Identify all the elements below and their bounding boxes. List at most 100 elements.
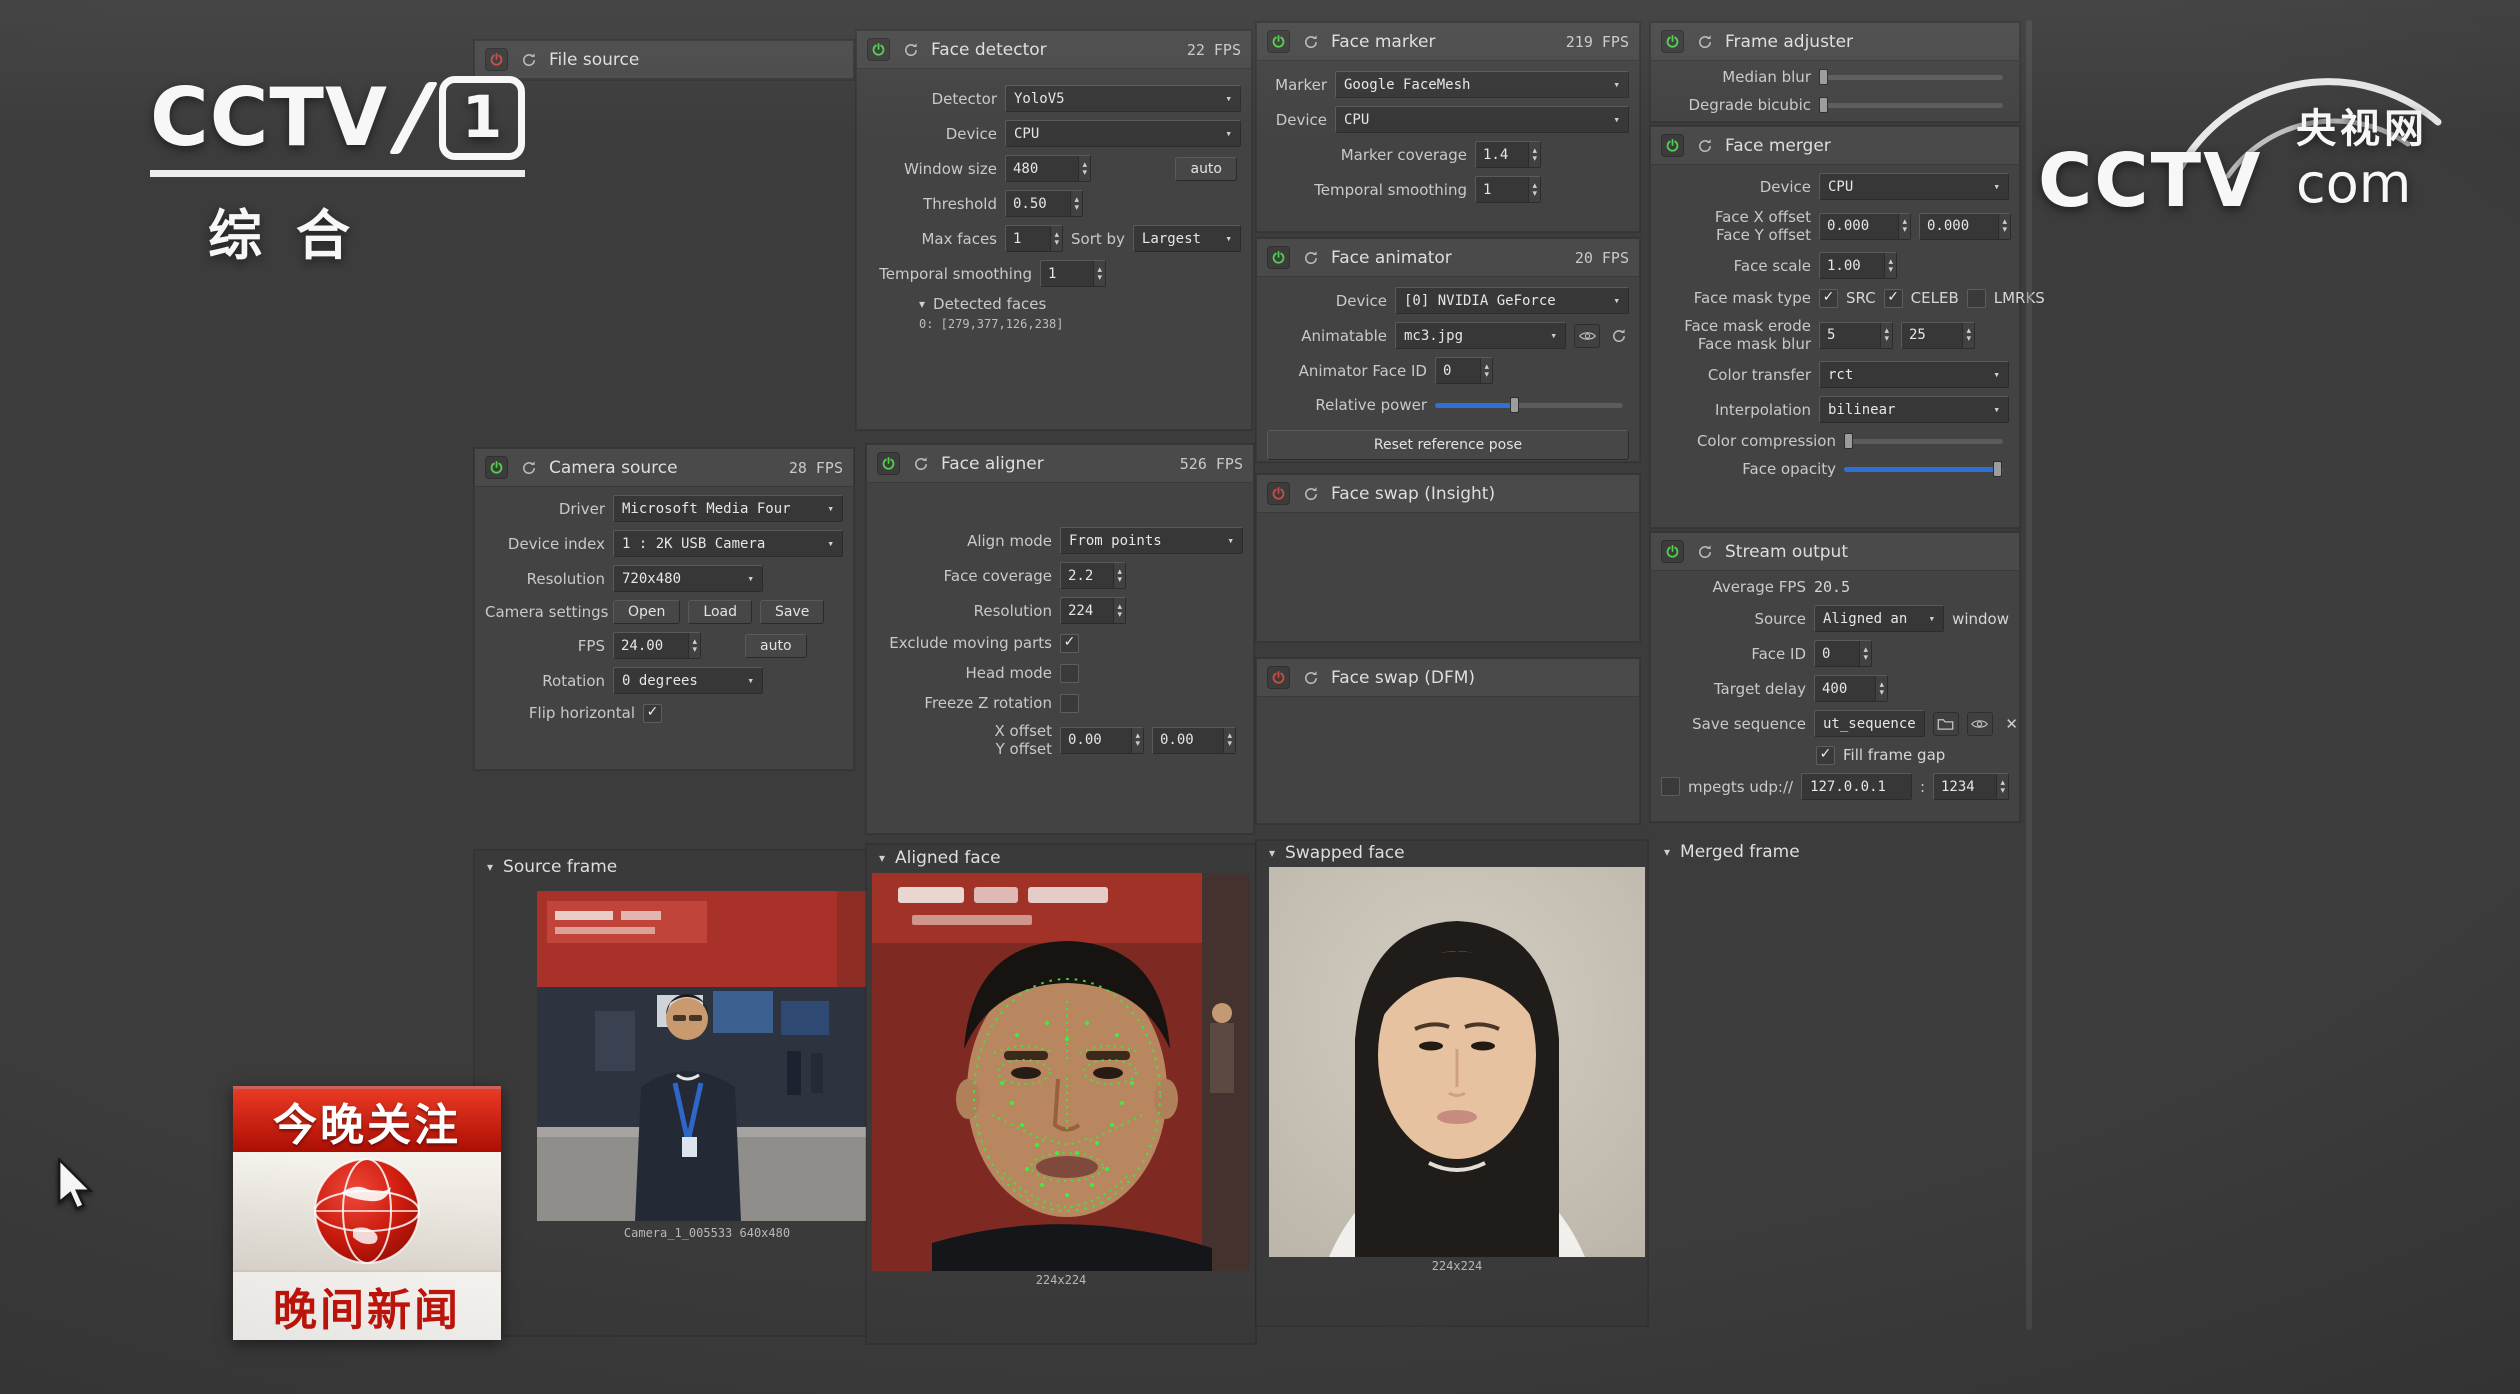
head-mode-checkbox[interactable]: ✓ (1060, 664, 1079, 683)
target-delay-stepper[interactable]: 400▴▾ (1814, 675, 1888, 702)
temporal-smoothing-stepper[interactable]: 1▴▾ (1475, 176, 1541, 203)
freeze-z-rotation-checkbox[interactable]: ✓ (1060, 694, 1079, 713)
face-y-offset-stepper[interactable]: 0.000▴▾ (1919, 213, 2011, 240)
resolution-dropdown[interactable]: 720x480▾ (613, 565, 763, 592)
close-icon[interactable]: ✕ (2001, 715, 2023, 733)
driver-dropdown[interactable]: Microsoft Media Four▾ (613, 495, 843, 522)
face-opacity-slider[interactable] (1844, 467, 2003, 472)
animatable-dropdown[interactable]: mc3.jpg▾ (1395, 322, 1566, 349)
stepper-arrows-icon[interactable]: ▴▾ (1050, 226, 1062, 251)
detector-dropdown[interactable]: YoloV5▾ (1005, 85, 1241, 112)
temporal-smoothing-stepper[interactable]: 1▴▾ (1040, 260, 1106, 287)
exclude-moving-parts-checkbox[interactable]: ✓ (1060, 634, 1079, 653)
power-icon[interactable] (1267, 30, 1290, 53)
fps-stepper[interactable]: 24.00▴▾ (613, 632, 701, 659)
y-offset-stepper[interactable]: 0.00▴▾ (1152, 727, 1236, 754)
mpegts-port-stepper[interactable]: 1234▴▾ (1933, 773, 2009, 800)
stepper-arrows-icon[interactable]: ▴▾ (1528, 177, 1540, 202)
marker-dropdown[interactable]: Google FaceMesh▾ (1335, 71, 1629, 98)
open-button[interactable]: Open (613, 600, 680, 624)
max-faces-stepper[interactable]: 1▴▾ (1005, 225, 1063, 252)
refresh-icon[interactable] (910, 453, 931, 474)
interpolation-dropdown[interactable]: bilinear▾ (1819, 396, 2009, 423)
power-icon[interactable] (1267, 666, 1290, 689)
color-compression-slider[interactable] (1844, 439, 2003, 444)
stepper-arrows-icon[interactable]: ▴▾ (1998, 214, 2010, 239)
stepper-arrows-icon[interactable]: ▴▾ (1528, 142, 1540, 167)
refresh-icon[interactable] (1694, 31, 1715, 52)
sort-by-dropdown[interactable]: Largest▾ (1133, 225, 1241, 252)
threshold-stepper[interactable]: 0.50▴▾ (1005, 190, 1083, 217)
refresh-icon[interactable] (1300, 483, 1321, 504)
mask-src-checkbox[interactable]: ✓ (1819, 289, 1838, 308)
aligned-face-header[interactable]: ▾ Aligned face (867, 845, 1255, 871)
x-offset-stepper[interactable]: 0.00▴▾ (1060, 727, 1144, 754)
stepper-arrows-icon[interactable]: ▴▾ (1113, 563, 1125, 588)
stepper-arrows-icon[interactable]: ▴▾ (1093, 261, 1105, 286)
refresh-icon[interactable] (518, 457, 539, 478)
power-icon[interactable] (485, 456, 508, 479)
merged-frame-header[interactable]: ▾ Merged frame (1652, 836, 2020, 868)
power-icon[interactable] (485, 48, 508, 71)
eye-icon[interactable] (1574, 324, 1600, 348)
reset-reference-pose-button[interactable]: Reset reference pose (1267, 430, 1629, 460)
save-sequence-input[interactable]: ut_sequence (1814, 710, 1925, 737)
window-option[interactable]: window (1952, 610, 2009, 628)
auto-button[interactable]: auto (745, 634, 807, 658)
face-x-offset-stepper[interactable]: 0.000▴▾ (1819, 213, 1911, 240)
face-scale-stepper[interactable]: 1.00▴▾ (1819, 252, 1897, 279)
rotation-dropdown[interactable]: 0 degrees▾ (613, 667, 763, 694)
source-frame-header[interactable]: ▾ Source frame (475, 851, 877, 883)
source-dropdown[interactable]: Aligned an▾ (1814, 605, 1944, 632)
collapse-arrow-icon[interactable]: ▾ (919, 297, 925, 311)
relative-power-slider[interactable] (1435, 403, 1623, 408)
stepper-arrows-icon[interactable]: ▴▾ (1113, 598, 1125, 623)
power-icon[interactable] (1661, 540, 1684, 563)
stepper-arrows-icon[interactable]: ▴▾ (1078, 156, 1090, 181)
stepper-arrows-icon[interactable]: ▴▾ (1884, 253, 1896, 278)
median-blur-slider[interactable] (1819, 75, 2003, 80)
flip-horizontal-checkbox[interactable]: ✓ (643, 704, 662, 723)
mpegts-checkbox[interactable]: ✓ (1661, 777, 1680, 796)
power-icon[interactable] (1661, 30, 1684, 53)
refresh-icon[interactable] (1300, 247, 1321, 268)
power-icon[interactable] (1267, 482, 1290, 505)
device-index-dropdown[interactable]: 1 : 2K USB Camera▾ (613, 530, 843, 557)
resolution-stepper[interactable]: 224▴▾ (1060, 597, 1126, 624)
save-button[interactable]: Save (760, 600, 824, 624)
refresh-icon[interactable] (1300, 667, 1321, 688)
device-dropdown[interactable]: CPU▾ (1819, 173, 2009, 200)
face-id-stepper[interactable]: 0▴▾ (1814, 640, 1872, 667)
collapse-arrow-icon[interactable]: ▾ (1664, 845, 1670, 859)
stepper-arrows-icon[interactable]: ▴▾ (1223, 728, 1235, 753)
mpegts-host-input[interactable]: 127.0.0.1 (1801, 773, 1912, 800)
device-dropdown[interactable]: [0] NVIDIA GeForce▾ (1395, 287, 1629, 314)
refresh-icon[interactable] (1300, 31, 1321, 52)
power-icon[interactable] (867, 38, 890, 61)
stepper-arrows-icon[interactable]: ▴▾ (1131, 728, 1143, 753)
refresh-icon[interactable] (1694, 541, 1715, 562)
degrade-bicubic-slider[interactable] (1819, 103, 2003, 108)
face-mask-erode-stepper[interactable]: 5▴▾ (1819, 322, 1893, 349)
animator-face-id-stepper[interactable]: 0▴▾ (1435, 357, 1493, 384)
load-button[interactable]: Load (688, 600, 752, 624)
stepper-arrows-icon[interactable]: ▴▾ (1480, 358, 1492, 383)
collapse-arrow-icon[interactable]: ▾ (879, 851, 885, 865)
scrollbar[interactable] (2026, 20, 2032, 1330)
face-coverage-stepper[interactable]: 2.2▴▾ (1060, 562, 1126, 589)
collapse-arrow-icon[interactable]: ▾ (487, 860, 493, 874)
swapped-face-header[interactable]: ▾ Swapped face (1257, 841, 1647, 865)
stepper-arrows-icon[interactable]: ▴▾ (1898, 214, 1910, 239)
auto-button[interactable]: auto (1175, 157, 1237, 181)
stepper-arrows-icon[interactable]: ▴▾ (1070, 191, 1082, 216)
collapse-arrow-icon[interactable]: ▾ (1269, 846, 1275, 860)
detected-faces-row[interactable]: ▾ Detected faces (857, 291, 1251, 317)
mask-lmrks-checkbox[interactable]: ✓ (1967, 289, 1986, 308)
power-icon[interactable] (1267, 246, 1290, 269)
stepper-arrows-icon[interactable]: ▴▾ (1859, 641, 1871, 666)
mask-celeb-checkbox[interactable]: ✓ (1884, 289, 1903, 308)
refresh-icon[interactable] (900, 39, 921, 60)
power-icon[interactable] (877, 452, 900, 475)
align-mode-dropdown[interactable]: From points▾ (1060, 527, 1243, 554)
refresh-icon[interactable] (1608, 325, 1629, 346)
